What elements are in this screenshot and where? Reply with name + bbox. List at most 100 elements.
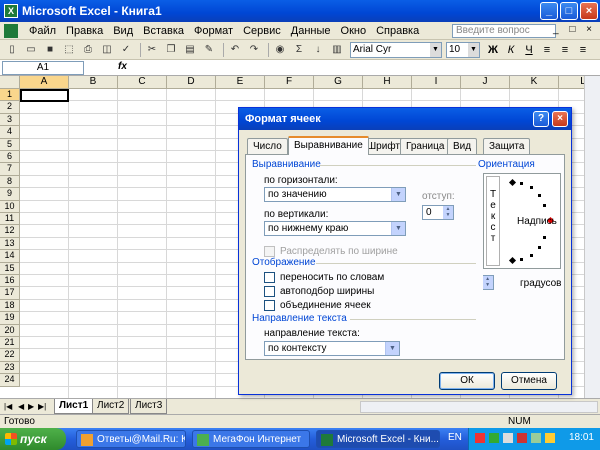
menu-tools[interactable]: Сервис (238, 25, 286, 37)
text-direction-select[interactable]: по контексту ▼ (264, 341, 400, 356)
preview-icon[interactable]: ◫ (99, 42, 115, 58)
maximize-button[interactable]: □ (560, 2, 578, 20)
tab-view[interactable]: Вид (447, 138, 478, 154)
column-header[interactable]: I (412, 76, 461, 89)
spin-arrows-icon[interactable]: ▲ ▼ (443, 206, 453, 219)
column-header[interactable]: D (167, 76, 216, 89)
selected-cell[interactable] (20, 89, 69, 102)
horizontal-align-select[interactable]: по значению ▼ (264, 187, 406, 202)
menu-file[interactable]: Файл (24, 25, 61, 37)
row-header[interactable]: 21 (0, 337, 20, 350)
distribute-checkbox[interactable] (264, 246, 275, 257)
tray-app-icon[interactable] (475, 433, 485, 443)
chevron-down-icon[interactable]: ▼ (391, 188, 405, 201)
chevron-down-icon[interactable]: ▼ (385, 342, 399, 355)
column-header[interactable]: K (510, 76, 559, 89)
name-box[interactable]: A1 (2, 61, 84, 75)
chevron-down-icon[interactable]: ▼ (468, 43, 479, 57)
copy-icon[interactable]: ❐ (163, 42, 179, 58)
tab-border[interactable]: Граница (400, 138, 451, 154)
shrink-to-fit-checkbox[interactable] (264, 286, 275, 297)
chevron-down-icon[interactable]: ▼ (391, 222, 405, 235)
degrees-spinner[interactable]: 0 ▲▼ (482, 275, 494, 290)
first-sheet-icon[interactable]: |◀ (4, 402, 12, 411)
sheet-tab-2[interactable]: Лист2 (92, 399, 130, 414)
language-indicator[interactable]: EN (448, 432, 462, 443)
vertical-align-select[interactable]: по нижнему краю ▼ (264, 221, 406, 236)
next-sheet-icon[interactable]: ▶ (28, 402, 34, 411)
indent-spinner[interactable]: 0 ▲ ▼ (422, 205, 454, 220)
row-header[interactable]: 14 (0, 250, 20, 263)
row-header[interactable]: 5 (0, 138, 20, 151)
orientation-diamond[interactable] (508, 256, 517, 265)
redo-icon[interactable]: ↷ (246, 42, 262, 58)
dialog-close-button[interactable]: × (552, 111, 568, 127)
italic-icon[interactable]: К (504, 42, 518, 58)
row-header[interactable]: 18 (0, 299, 20, 313)
start-button[interactable]: пуск (0, 428, 66, 450)
font-size-select[interactable]: 10 ▼ (446, 42, 480, 58)
document-icon[interactable] (4, 23, 18, 38)
new-icon[interactable]: ▯ (4, 42, 20, 58)
sheet-tab-1[interactable]: Лист1 (54, 399, 94, 414)
menu-edit[interactable]: Правка (61, 25, 108, 37)
column-header[interactable]: H (363, 76, 412, 89)
sheet-tab-3[interactable]: Лист3 (130, 399, 168, 414)
dialog-help-button[interactable]: ? (533, 111, 549, 127)
sort-asc-icon[interactable]: ↓ (310, 42, 326, 58)
orientation-box[interactable]: Т е к с т Надпись (483, 173, 561, 269)
column-header[interactable]: J (461, 76, 510, 89)
vertical-scrollbar[interactable] (584, 76, 600, 398)
document-window-controls[interactable]: _ □ × (553, 24, 596, 35)
row-header[interactable]: 22 (0, 349, 20, 362)
save-icon[interactable]: ■ (42, 42, 58, 58)
tab-alignment[interactable]: Выравнивание (288, 136, 369, 155)
column-header[interactable]: B (69, 76, 118, 89)
column-header[interactable]: A (20, 76, 69, 89)
row-header[interactable]: 1 (0, 89, 20, 102)
task-mail-answers[interactable]: Ответы@Mail.Ru: К... (76, 430, 186, 448)
row-header[interactable]: 23 (0, 361, 20, 375)
chart-icon[interactable]: ▥ (329, 42, 345, 58)
font-select[interactable]: Arial Cyr ▼ (350, 42, 442, 58)
row-header[interactable]: 17 (0, 287, 20, 300)
close-button[interactable]: × (580, 2, 598, 20)
row-header[interactable]: 7 (0, 163, 20, 176)
row-header[interactable]: 24 (0, 374, 20, 387)
row-header[interactable]: 9 (0, 188, 20, 201)
tray-app-icon[interactable] (545, 433, 555, 443)
cancel-button[interactable]: Отмена (501, 372, 557, 390)
tab-protection[interactable]: Защита (483, 138, 531, 154)
spin-arrows-icon[interactable]: ▲ ▼ (482, 276, 493, 289)
tab-number[interactable]: Число (247, 138, 288, 154)
align-left-icon[interactable]: ≡ (540, 42, 554, 58)
align-center-icon[interactable]: ≡ (558, 42, 572, 58)
column-header[interactable]: C (118, 76, 167, 89)
menu-help[interactable]: Справка (371, 25, 424, 37)
last-sheet-icon[interactable]: ▶| (38, 402, 46, 411)
minimize-button[interactable]: _ (540, 2, 558, 20)
paste-icon[interactable]: ▤ (182, 42, 198, 58)
format-painter-icon[interactable]: ✎ (201, 42, 217, 58)
row-header[interactable]: 6 (0, 151, 20, 164)
bold-icon[interactable]: Ж (486, 42, 500, 58)
open-icon[interactable]: ▭ (23, 42, 39, 58)
row-header[interactable]: 8 (0, 175, 20, 189)
select-all-corner[interactable] (0, 76, 20, 89)
column-header[interactable]: F (265, 76, 314, 89)
permission-icon[interactable]: ⬚ (61, 42, 77, 58)
task-excel[interactable]: Microsoft Excel - Кни... (316, 430, 440, 448)
task-megafon[interactable]: МегаФон Интернет (192, 430, 310, 448)
row-header[interactable]: 20 (0, 324, 20, 337)
row-header[interactable]: 3 (0, 113, 20, 127)
menu-format[interactable]: Формат (189, 25, 238, 37)
spelling-icon[interactable]: ✓ (118, 42, 134, 58)
row-header[interactable]: 12 (0, 225, 20, 238)
merge-cells-checkbox[interactable] (264, 300, 275, 311)
menu-data[interactable]: Данные (286, 25, 336, 37)
print-icon[interactable]: ⎙ (80, 42, 96, 58)
column-header[interactable]: E (216, 76, 265, 89)
undo-icon[interactable]: ↶ (227, 42, 243, 58)
underline-icon[interactable]: Ч (522, 42, 536, 58)
fx-icon[interactable]: fx (118, 61, 127, 72)
